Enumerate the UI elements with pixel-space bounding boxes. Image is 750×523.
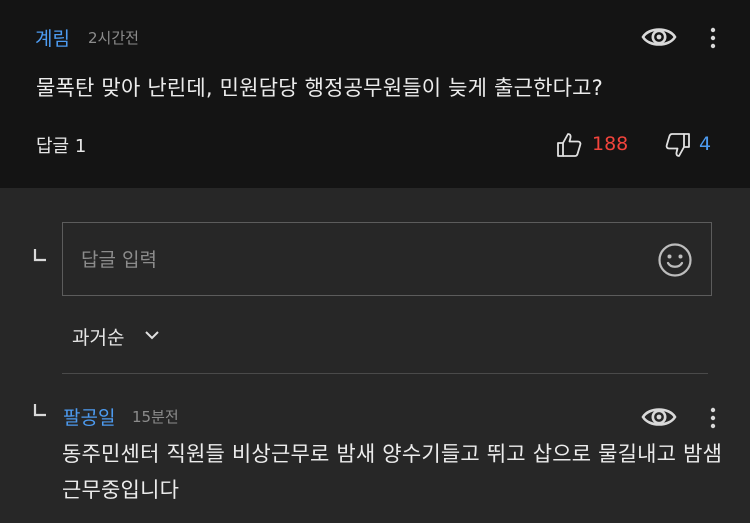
more-icon[interactable] <box>703 406 723 432</box>
eye-icon[interactable] <box>641 404 677 430</box>
reply-input[interactable] <box>79 241 643 279</box>
comment-time: 2시간전 <box>88 29 139 47</box>
smiley-icon[interactable] <box>657 242 693 278</box>
reply-author[interactable]: 팔공일 <box>63 403 115 430</box>
eye-icon[interactable] <box>641 24 677 50</box>
comment-author[interactable]: 계림 <box>35 24 70 51</box>
sort-dropdown[interactable]: 과거순 <box>72 323 124 350</box>
reply-corner-icon <box>33 249 46 262</box>
reply-corner-icon <box>33 404 46 417</box>
comment-text: 물폭탄 맞아 난린데, 민원담당 행정공무원들이 늦게 출근한다고? <box>36 76 603 100</box>
dislike-count: 4 <box>699 133 712 155</box>
reply-time: 15분전 <box>132 408 179 426</box>
like-count: 188 <box>592 133 629 155</box>
thumbs-up-icon[interactable] <box>555 131 583 159</box>
reply-input-box[interactable] <box>62 222 712 296</box>
thumbs-down-icon[interactable] <box>664 131 692 159</box>
more-icon[interactable] <box>703 26 723 52</box>
replies-button[interactable]: 답글 1 <box>36 132 86 158</box>
comment-card: 계림 2시간전 물폭탄 맞아 난린데, 민원담당 행정공무원들이 늦게 출근한다… <box>0 0 750 188</box>
divider <box>62 373 708 374</box>
reply-text: 동주민센터 직원들 비상근무로 밤새 양수기들고 뛰고 삽으로 물길내고 밤샘근… <box>62 442 723 502</box>
chevron-down-icon[interactable] <box>144 328 160 342</box>
